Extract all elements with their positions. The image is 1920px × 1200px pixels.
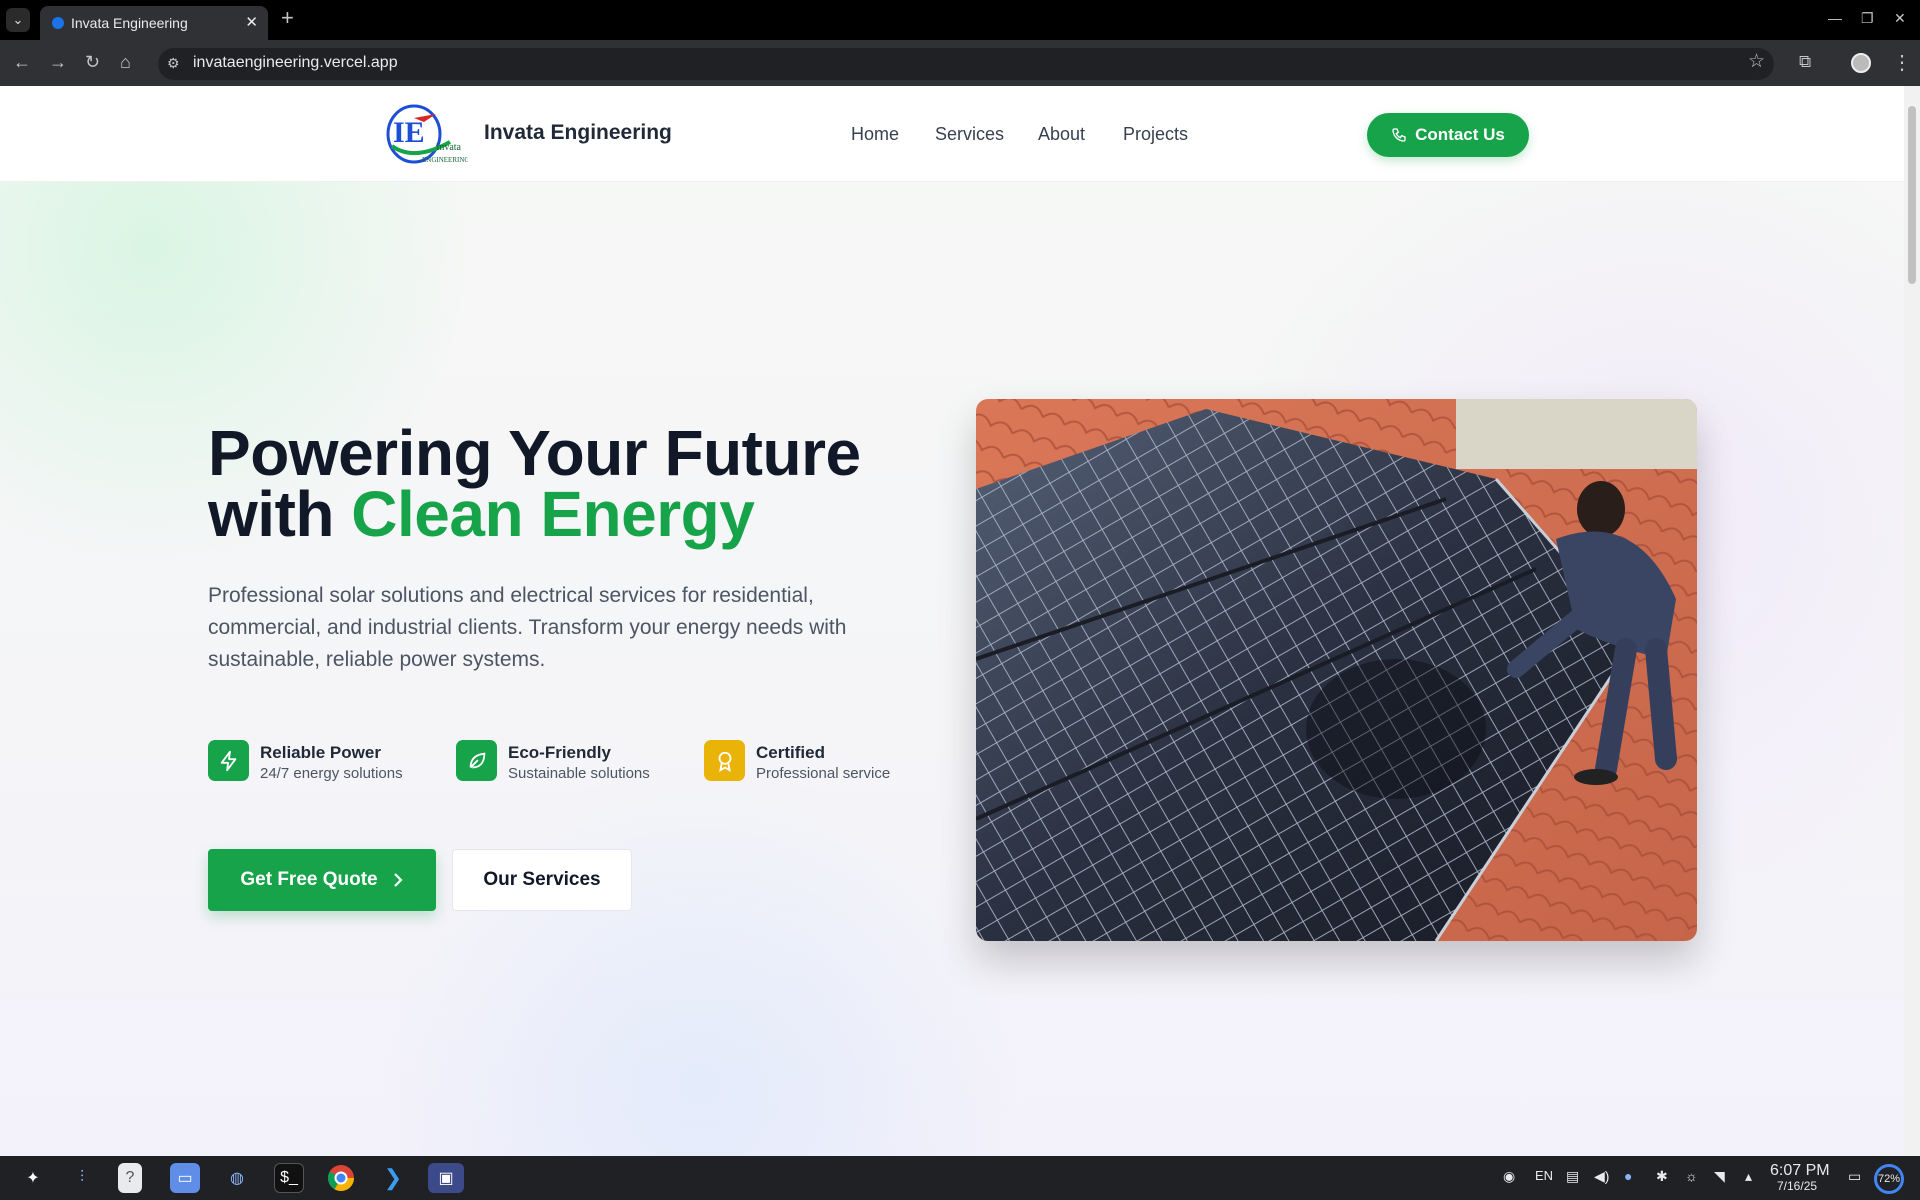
chrome-icon[interactable] <box>326 1163 356 1193</box>
minimize-icon[interactable]: — <box>1828 10 1842 26</box>
clock-time[interactable]: 6:07 PM <box>1770 1162 1830 1180</box>
feature-title: Certified <box>756 743 825 762</box>
nav-home[interactable]: Home <box>851 124 899 145</box>
home-icon[interactable]: ⌂ <box>120 51 131 73</box>
profile-avatar[interactable] <box>1851 53 1871 73</box>
close-window-icon[interactable]: ✕ <box>1894 10 1906 27</box>
tab-title: Invata Engineering <box>71 15 188 31</box>
clipboard-icon[interactable]: ▤ <box>1566 1168 1579 1185</box>
new-tab-button[interactable]: + <box>281 7 294 29</box>
battery-indicator[interactable]: 72% <box>1874 1164 1904 1194</box>
leaf-icon <box>456 740 497 781</box>
contact-us-button[interactable]: Contact Us <box>1367 113 1529 157</box>
get-free-quote-label: Get Free Quote <box>240 869 378 890</box>
language-indicator[interactable]: EN <box>1535 1168 1553 1183</box>
chevron-down-icon: ⌄ <box>12 12 24 27</box>
address-bar[interactable] <box>158 48 1774 80</box>
page-viewport: IE Invata ENGINEERING Invata Engineering… <box>0 86 1904 1156</box>
site-header: IE Invata ENGINEERING Invata Engineering… <box>0 86 1904 182</box>
lightning-icon <box>208 740 249 781</box>
our-services-label: Our Services <box>483 869 601 890</box>
hero-title-prefix: with <box>208 478 352 550</box>
terminal-icon[interactable]: $_ <box>274 1163 304 1193</box>
feature-subtitle: Sustainable solutions <box>508 765 650 782</box>
hero-title-accent: Clean Energy <box>351 478 755 550</box>
nav-services[interactable]: Services <box>935 124 1004 145</box>
our-services-button[interactable]: Our Services <box>452 849 632 911</box>
feature-subtitle: Professional service <box>756 765 891 782</box>
bluetooth-active-icon[interactable]: ● <box>1624 1168 1632 1184</box>
feature-title: Eco-Friendly <box>508 743 611 762</box>
menu-kebab-icon[interactable]: ⋮ <box>1892 50 1912 75</box>
tray-expand-icon[interactable]: ▴ <box>1745 1168 1752 1185</box>
hero-title: Powering Your Future with Clean Energy <box>208 421 861 546</box>
nav-about[interactable]: About <box>1038 124 1085 145</box>
wifi-icon[interactable]: ◥ <box>1714 1168 1725 1185</box>
award-icon <box>704 740 745 781</box>
invata-logo[interactable]: IE Invata ENGINEERING <box>384 102 468 166</box>
phone-icon <box>1392 128 1406 142</box>
hero-description: Professional solar solutions and electri… <box>208 584 847 671</box>
solar-installation-photo <box>976 399 1697 941</box>
volume-icon[interactable]: ◀) <box>1594 1168 1609 1185</box>
bookmark-star-icon[interactable]: ☆ <box>1748 50 1765 73</box>
scrollbar-thumb[interactable] <box>1908 106 1916 284</box>
tab-search-button[interactable]: ⌄ <box>6 8 30 32</box>
extensions-icon[interactable]: ⧉ <box>1799 52 1811 72</box>
feature-title: Reliable Power <box>260 743 381 762</box>
restore-icon[interactable]: ❐ <box>1861 10 1874 27</box>
get-free-quote-button[interactable]: Get Free Quote <box>208 849 436 911</box>
help-document-icon[interactable]: ? <box>118 1163 142 1193</box>
bluetooth-icon[interactable]: ✱ <box>1656 1168 1668 1185</box>
clock-date[interactable]: 7/16/25 <box>1777 1179 1817 1193</box>
svg-text:IE: IE <box>393 116 425 149</box>
screenshot-app-icon[interactable]: ▣ <box>428 1163 464 1193</box>
browser-tab[interactable]: Invata Engineering ✕ <box>40 6 268 40</box>
brightness-icon[interactable]: ☼ <box>1685 1168 1698 1184</box>
url-text[interactable]: invataengineering.vercel.app <box>193 54 398 72</box>
files-folder-icon[interactable]: ▭ <box>170 1163 200 1193</box>
forward-icon[interactable]: → <box>49 51 67 73</box>
hero-title-line2: with Clean Energy <box>208 482 861 546</box>
brand-name[interactable]: Invata Engineering <box>484 121 672 145</box>
favicon-icon <box>52 17 64 29</box>
svg-text:ENGINEERING: ENGINEERING <box>422 156 468 164</box>
notifications-icon[interactable]: ▭ <box>1848 1168 1861 1185</box>
contact-us-label: Contact Us <box>1415 125 1505 144</box>
close-tab-icon[interactable]: ✕ <box>245 13 258 31</box>
chrome-tray-icon[interactable]: ◉ <box>1503 1168 1515 1185</box>
svg-text:Invata: Invata <box>436 142 462 153</box>
settings-sliders-icon[interactable]: ⫶ <box>67 1163 97 1193</box>
launcher-icon[interactable]: ✦ <box>18 1163 48 1193</box>
chevron-right-icon <box>393 873 403 887</box>
back-icon[interactable]: ← <box>13 51 31 73</box>
tab-strip: ⌄ Invata Engineering ✕ + — ❐ ✕ <box>0 0 1920 40</box>
reload-icon[interactable]: ↻ <box>85 51 100 73</box>
nav-projects[interactable]: Projects <box>1123 124 1188 145</box>
site-info-icon[interactable]: ⚙ <box>167 55 180 72</box>
vscode-icon[interactable]: ❯ <box>378 1163 408 1193</box>
feature-subtitle: 24/7 energy solutions <box>260 765 403 782</box>
globe-icon[interactable]: ◍ <box>222 1163 252 1193</box>
